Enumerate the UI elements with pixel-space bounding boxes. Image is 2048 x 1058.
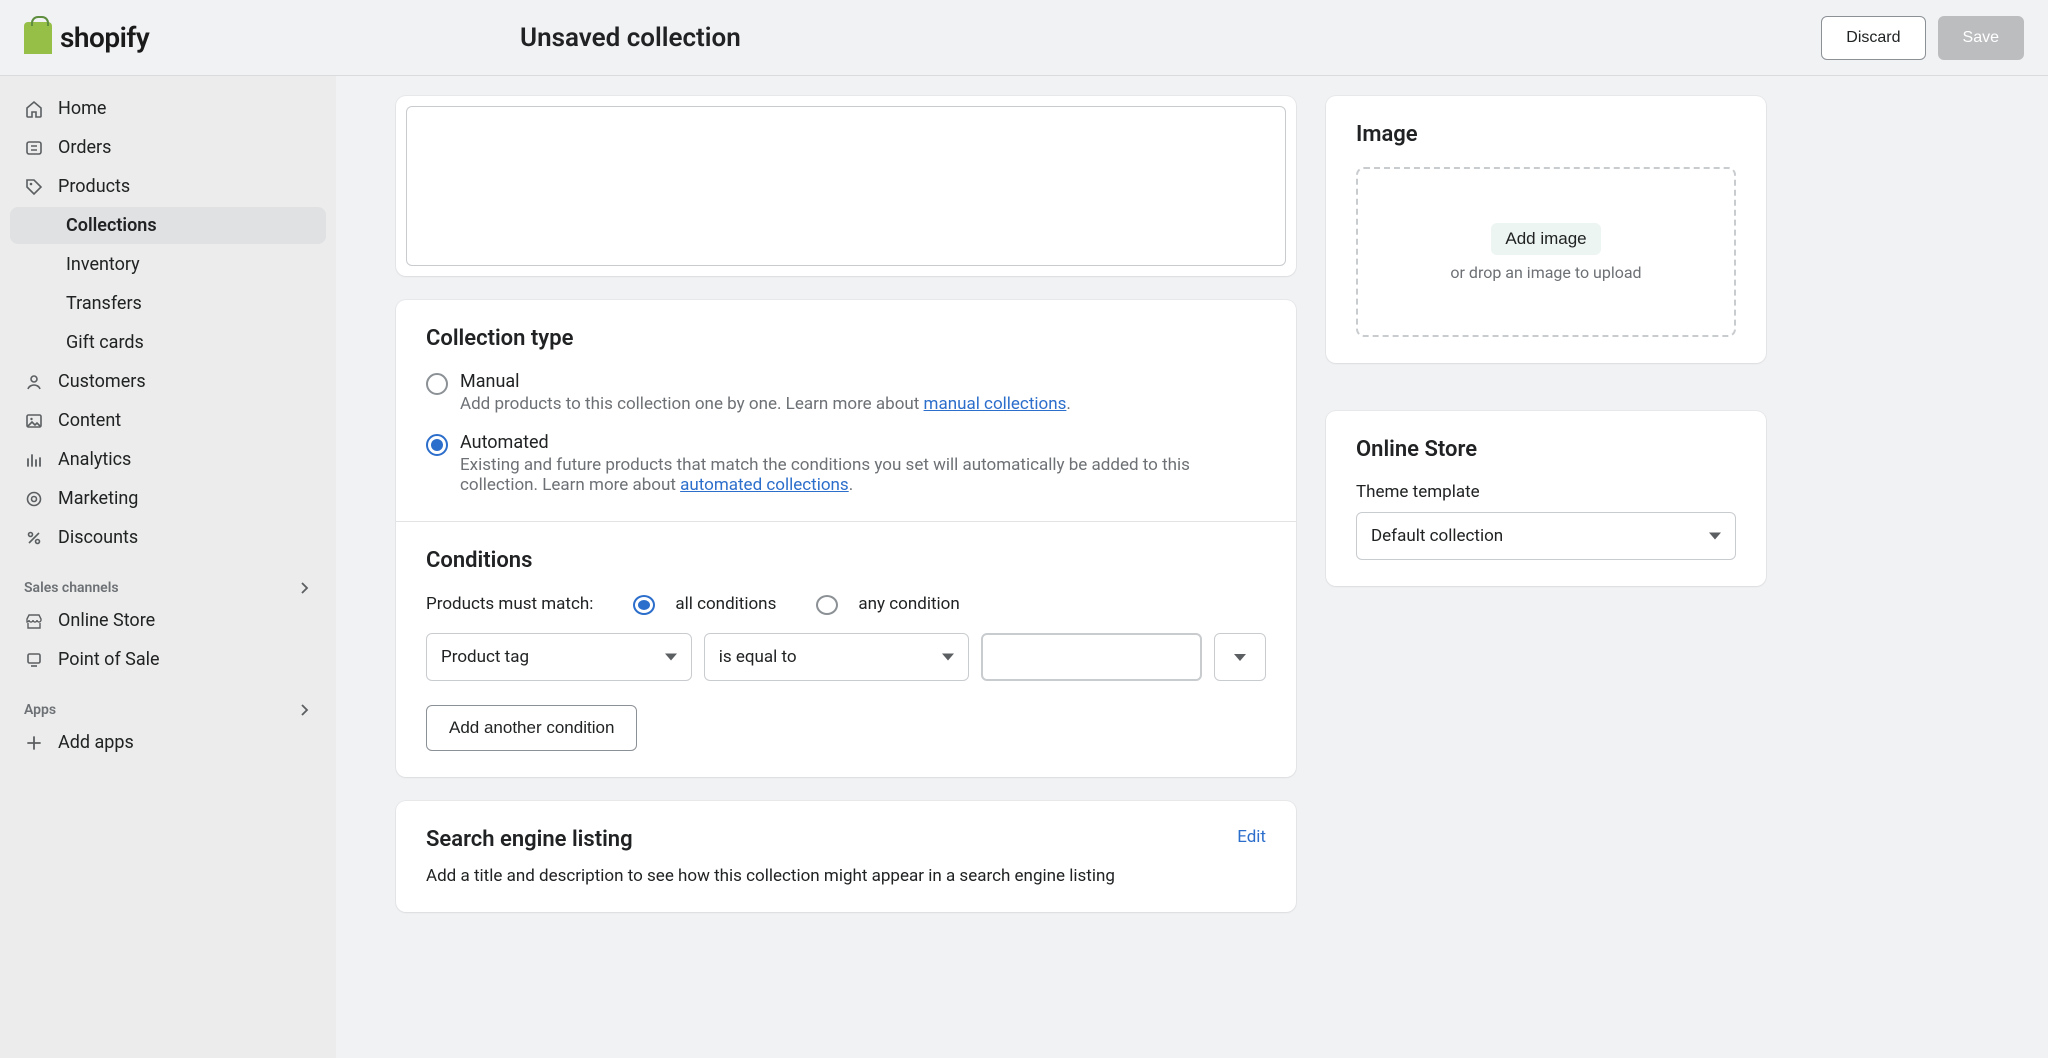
- sidebar-item-label: Analytics: [58, 449, 131, 470]
- sidebar-item-gift-cards[interactable]: Gift cards: [10, 324, 326, 361]
- sidebar-item-label: Marketing: [58, 488, 138, 509]
- description-card: [396, 96, 1296, 276]
- theme-template-select[interactable]: Default collection: [1356, 512, 1736, 560]
- seo-heading: Search engine listing: [426, 827, 1266, 852]
- match-all-label: all conditions: [675, 594, 776, 614]
- store-icon: [24, 611, 44, 631]
- add-image-button[interactable]: Add image: [1491, 223, 1600, 255]
- condition-value-input[interactable]: [981, 633, 1202, 681]
- conditions-heading: Conditions: [426, 548, 1266, 573]
- sidebar-item-online-store[interactable]: Online Store: [10, 602, 326, 639]
- radio-manual[interactable]: [426, 373, 448, 395]
- sidebar-item-label: Content: [58, 410, 121, 431]
- sidebar-item-label: Transfers: [66, 293, 142, 314]
- manual-collections-link[interactable]: manual collections: [924, 394, 1067, 414]
- radio-description: Existing and future products that match …: [460, 455, 1266, 495]
- image-icon: [24, 411, 44, 431]
- pos-icon: [24, 650, 44, 670]
- percent-icon: [24, 528, 44, 548]
- add-condition-button[interactable]: Add another condition: [426, 705, 637, 751]
- condition-operator-select[interactable]: is equal to: [704, 633, 970, 681]
- sidebar-item-label: Collections: [66, 215, 157, 236]
- discard-button[interactable]: Discard: [1821, 16, 1925, 60]
- sidebar-item-collections[interactable]: Collections: [10, 207, 326, 244]
- home-icon: [24, 99, 44, 119]
- image-drop-hint: or drop an image to upload: [1450, 263, 1641, 282]
- sidebar-item-add-apps[interactable]: Add apps: [10, 724, 326, 761]
- theme-template-label: Theme template: [1356, 482, 1736, 502]
- sidebar-item-label: Inventory: [66, 254, 140, 275]
- brand-logo: shopify: [24, 21, 149, 54]
- sidebar-item-label: Add apps: [58, 732, 134, 753]
- sidebar-item-home[interactable]: Home: [10, 90, 326, 127]
- top-actions: Discard Save: [1821, 16, 2024, 60]
- apps-header[interactable]: Apps: [10, 680, 326, 724]
- collection-type-automated[interactable]: Automated Existing and future products t…: [426, 432, 1266, 495]
- radio-match-any[interactable]: [816, 595, 838, 615]
- online-store-heading: Online Store: [1356, 437, 1736, 462]
- sidebar-item-marketing[interactable]: Marketing: [10, 480, 326, 517]
- plus-icon: [24, 733, 44, 753]
- main-content: Collection type Manual Add products to t…: [336, 76, 2048, 1058]
- collection-type-heading: Collection type: [426, 326, 1266, 351]
- sidebar-item-label: Gift cards: [66, 332, 144, 353]
- target-icon: [24, 489, 44, 509]
- image-dropzone[interactable]: Add image or drop an image to upload: [1356, 167, 1736, 337]
- radio-label: Manual: [460, 371, 1266, 392]
- sidebar-item-point-of-sale[interactable]: Point of Sale: [10, 641, 326, 678]
- radio-automated[interactable]: [426, 434, 448, 456]
- sidebar-item-customers[interactable]: Customers: [10, 363, 326, 400]
- save-button[interactable]: Save: [1938, 16, 2024, 60]
- seo-description: Add a title and description to see how t…: [426, 858, 1266, 886]
- automated-collections-link[interactable]: automated collections: [680, 475, 849, 495]
- sidebar-item-orders[interactable]: Orders: [10, 129, 326, 166]
- seo-card: Edit Search engine listing Add a title a…: [396, 801, 1296, 912]
- page-title: Unsaved collection: [520, 23, 741, 53]
- sidebar: Home Orders Products Collections Invento…: [0, 76, 336, 1058]
- sidebar-item-label: Point of Sale: [58, 649, 160, 670]
- collection-type-manual[interactable]: Manual Add products to this collection o…: [426, 371, 1266, 414]
- sidebar-item-label: Discounts: [58, 527, 138, 548]
- radio-label: Automated: [460, 432, 1266, 453]
- main-right-column: Image Add image or drop an image to uplo…: [1326, 96, 1766, 610]
- description-editor[interactable]: [406, 106, 1286, 266]
- user-icon: [24, 372, 44, 392]
- radio-description: Add products to this collection one by o…: [460, 394, 1266, 414]
- shopify-bag-icon: [24, 22, 52, 54]
- image-card-heading: Image: [1356, 122, 1736, 147]
- main-left-column: Collection type Manual Add products to t…: [396, 96, 1296, 936]
- sales-channels-label: Sales channels: [24, 580, 119, 596]
- tag-icon: [24, 177, 44, 197]
- sidebar-item-label: Online Store: [58, 610, 155, 631]
- image-card: Image Add image or drop an image to uplo…: [1326, 96, 1766, 363]
- conditions-match-label: Products must match:: [426, 594, 593, 614]
- sidebar-item-transfers[interactable]: Transfers: [10, 285, 326, 322]
- apps-label: Apps: [24, 702, 56, 718]
- sidebar-item-products[interactable]: Products: [10, 168, 326, 205]
- conditions-match-row: Products must match: all conditions any …: [426, 593, 1266, 615]
- condition-field-select[interactable]: Product tag: [426, 633, 692, 681]
- condition-row: Product tag is equal to: [426, 633, 1266, 681]
- sidebar-item-inventory[interactable]: Inventory: [10, 246, 326, 283]
- sidebar-item-content[interactable]: Content: [10, 402, 326, 439]
- top-bar: shopify Unsaved collection Discard Save: [0, 0, 2048, 76]
- collection-type-card: Collection type Manual Add products to t…: [396, 300, 1296, 777]
- chevron-right-icon: [296, 702, 312, 718]
- sidebar-item-label: Products: [58, 176, 130, 197]
- sidebar-item-discounts[interactable]: Discounts: [10, 519, 326, 556]
- seo-edit-link[interactable]: Edit: [1237, 827, 1266, 847]
- orders-icon: [24, 138, 44, 158]
- brand-name: shopify: [60, 21, 149, 54]
- analytics-icon: [24, 450, 44, 470]
- match-any-label: any condition: [858, 594, 959, 614]
- condition-extra-button[interactable]: [1214, 633, 1266, 681]
- radio-match-all[interactable]: [633, 595, 655, 615]
- sales-channels-header[interactable]: Sales channels: [10, 558, 326, 602]
- sidebar-item-label: Orders: [58, 137, 111, 158]
- online-store-card: Online Store Theme template Default coll…: [1326, 411, 1766, 586]
- sidebar-item-label: Customers: [58, 371, 146, 392]
- chevron-right-icon: [296, 580, 312, 596]
- sidebar-item-analytics[interactable]: Analytics: [10, 441, 326, 478]
- sidebar-item-label: Home: [58, 98, 106, 119]
